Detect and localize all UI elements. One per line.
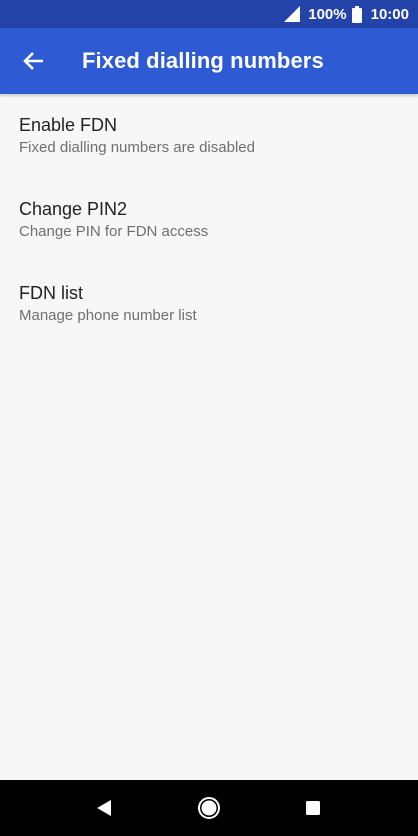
setting-subtitle: Fixed dialling numbers are disabled bbox=[19, 139, 255, 156]
setting-change-pin2[interactable]: Change PIN2 Change PIN for FDN access bbox=[0, 178, 418, 262]
recents-square-icon bbox=[306, 801, 320, 815]
navigation-bar bbox=[0, 780, 418, 836]
nav-home-button[interactable] bbox=[189, 788, 229, 828]
back-button[interactable] bbox=[16, 43, 52, 79]
status-bar: 100% 10:00 bbox=[0, 0, 418, 28]
app-bar: Fixed dialling numbers bbox=[0, 28, 418, 94]
battery-percent: 100% bbox=[308, 5, 347, 23]
settings-list: Enable FDN Fixed dialling numbers are di… bbox=[0, 94, 418, 346]
back-triangle-icon bbox=[97, 800, 111, 816]
battery-icon bbox=[351, 5, 362, 23]
setting-subtitle: Change PIN for FDN access bbox=[19, 223, 209, 240]
signal-icon bbox=[284, 6, 301, 22]
nav-back-button[interactable] bbox=[84, 788, 124, 828]
setting-title: Enable FDN bbox=[19, 115, 118, 135]
status-time: 10:00 bbox=[370, 5, 409, 23]
nav-recents-button[interactable] bbox=[293, 788, 333, 828]
setting-title: Change PIN2 bbox=[19, 199, 128, 219]
setting-subtitle: Manage phone number list bbox=[19, 307, 197, 324]
arrow-left-icon bbox=[23, 52, 43, 70]
setting-enable-fdn[interactable]: Enable FDN Fixed dialling numbers are di… bbox=[0, 94, 418, 178]
setting-title: FDN list bbox=[19, 283, 83, 303]
page-title: Fixed dialling numbers bbox=[82, 48, 324, 73]
setting-fdn-list[interactable]: FDN list Manage phone number list bbox=[0, 262, 418, 346]
home-circle-icon bbox=[198, 797, 220, 819]
